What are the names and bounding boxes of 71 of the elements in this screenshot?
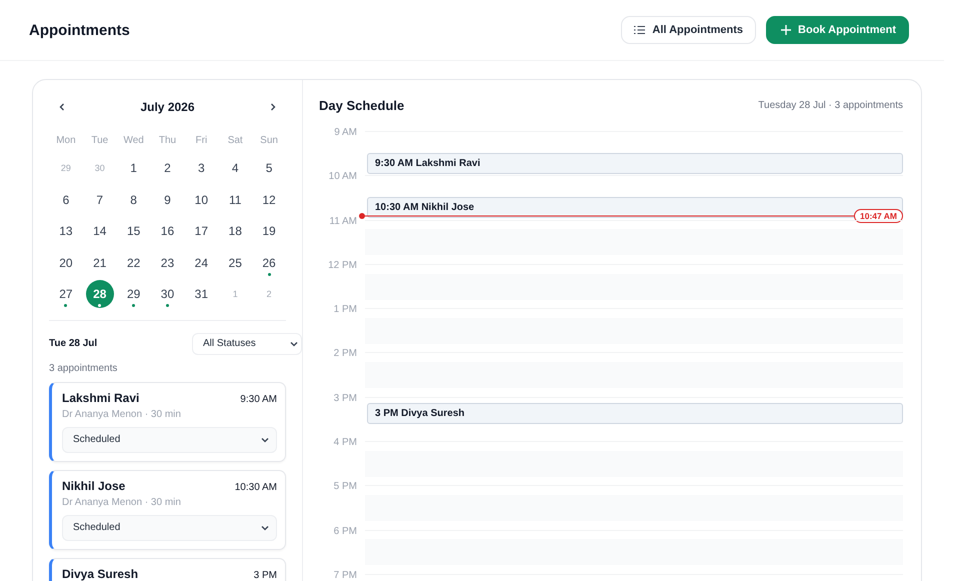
weekday-label: Fri bbox=[194, 134, 208, 148]
appointment-card[interactable]: Lakshmi Ravi 9:30 AM Dr Ananya Menon · 30 min Scheduled bbox=[49, 382, 286, 462]
calendar-day[interactable]: 16 bbox=[153, 217, 182, 246]
weekday-label: Mon bbox=[55, 134, 77, 148]
month-title: July 2026 bbox=[140, 100, 195, 114]
calendar-day[interactable]: 15 bbox=[120, 217, 148, 246]
calendar-day[interactable]: 4 bbox=[221, 154, 250, 182]
weekday-label: Thu bbox=[158, 134, 178, 148]
calendar-day[interactable]: 11 bbox=[221, 186, 250, 214]
page-title: Appointments bbox=[29, 22, 130, 38]
calendar-day[interactable]: 1 bbox=[120, 154, 148, 182]
chevron-left-icon bbox=[57, 102, 67, 112]
calendar-day[interactable]: 13 bbox=[52, 217, 80, 246]
calendar-day[interactable]: 5 bbox=[255, 154, 284, 182]
calendar-day[interactable]: 2 bbox=[153, 154, 182, 182]
appointment-time: 9:30 AM bbox=[240, 394, 277, 405]
calendar-day[interactable]: 10 bbox=[187, 186, 216, 214]
appointment-detail: Dr Ananya Menon · 30 min bbox=[62, 496, 182, 508]
calendar-day[interactable]: 17 bbox=[187, 217, 216, 246]
schedule-summary: Tuesday 28 Jul · 3 appointments bbox=[758, 100, 903, 111]
patient-name: Nikhil Jose bbox=[62, 478, 126, 493]
all-appointments-button[interactable]: All Appointments bbox=[621, 16, 756, 44]
calendar-day[interactable]: 19 bbox=[255, 217, 284, 246]
appointment-time: 3 PM bbox=[254, 570, 277, 581]
hour-label: 10 AM bbox=[328, 171, 358, 184]
calendar-day[interactable]: 18 bbox=[221, 217, 250, 246]
schedule-title: Day Schedule bbox=[319, 98, 404, 113]
calendar-day[interactable]: 12 bbox=[255, 186, 284, 214]
calendar-day[interactable]: 29 bbox=[120, 280, 148, 308]
calendar-day[interactable]: 20 bbox=[52, 248, 80, 277]
appointment-detail: Dr Ananya Menon · 30 min bbox=[62, 408, 182, 420]
calendar-day[interactable]: 8 bbox=[120, 186, 148, 214]
appointment-block[interactable]: 3 PM Divya Suresh bbox=[367, 402, 903, 424]
calendar-day[interactable]: 9 bbox=[153, 186, 182, 214]
status-dropdown[interactable]: Scheduled bbox=[62, 514, 277, 541]
weekday-label: Wed bbox=[122, 134, 145, 148]
calendar-day[interactable]: 22 bbox=[120, 248, 148, 277]
calendar-day[interactable]: 21 bbox=[86, 248, 114, 277]
hour-label: 5 PM bbox=[332, 481, 358, 494]
calendar-day[interactable]: 31 bbox=[187, 280, 216, 308]
weekday-label: Tue bbox=[90, 134, 110, 148]
status-dropdown[interactable]: Scheduled bbox=[62, 426, 277, 453]
calendar-day[interactable]: 30 bbox=[153, 280, 182, 308]
book-appointment-button[interactable]: Book Appointment bbox=[766, 16, 909, 44]
calendar-day[interactable]: 23 bbox=[153, 248, 182, 277]
selected-date: Tue 28 Jul bbox=[49, 338, 98, 350]
calendar-day[interactable]: 26 bbox=[255, 248, 284, 277]
weekday-label: Sun bbox=[259, 134, 279, 148]
calendar-day[interactable]: 24 bbox=[187, 248, 216, 277]
hour-label: 7 PM bbox=[332, 570, 358, 581]
calendar-day[interactable]: 3 bbox=[187, 154, 216, 182]
appointment-time: 10:30 AM bbox=[234, 482, 277, 493]
status-filter-dropdown[interactable]: All Statuses bbox=[192, 332, 302, 355]
appointment-block[interactable]: 9:30 AM Lakshmi Ravi bbox=[367, 153, 903, 174]
appointment-card[interactable]: Nikhil Jose 10:30 AM Dr Ananya Menon · 30 min Scheduled bbox=[49, 470, 286, 550]
calendar-day[interactable]: 14 bbox=[86, 217, 114, 246]
hour-label: 2 PM bbox=[332, 348, 358, 362]
plus-icon bbox=[781, 25, 792, 35]
patient-name: Lakshmi Ravi bbox=[62, 390, 140, 405]
hour-label: 6 PM bbox=[332, 526, 358, 539]
weekday-label: Sat bbox=[226, 134, 244, 148]
calendar-day[interactable]: 7 bbox=[86, 186, 114, 214]
appointment-count: 3 appointments bbox=[49, 362, 118, 374]
patient-name: Divya Suresh bbox=[62, 566, 138, 581]
appointment-card[interactable]: Divya Suresh 3 PM bbox=[49, 558, 286, 581]
calendar-day[interactable]: 25 bbox=[221, 248, 250, 277]
calendar-day[interactable]: 6 bbox=[52, 186, 80, 214]
hour-label: 11 AM bbox=[328, 216, 358, 229]
calendar-day[interactable]: 27 bbox=[52, 280, 80, 308]
list-icon bbox=[634, 25, 646, 35]
calendar-day[interactable]: 28 bbox=[86, 280, 114, 308]
